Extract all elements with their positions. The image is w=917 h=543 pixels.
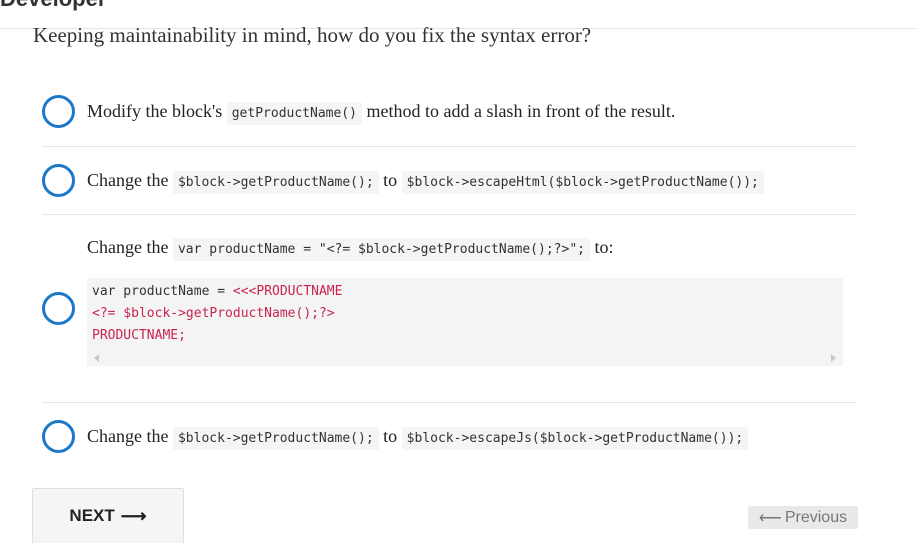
- inline-code: $block->getProductName();: [172, 171, 379, 194]
- radio-button-option-2[interactable]: [42, 164, 75, 197]
- option-2-text: Change the $block->getProductName(); to …: [87, 167, 764, 196]
- next-button-label: NEXT: [69, 506, 115, 525]
- inline-code: getProductName(): [226, 102, 362, 125]
- code-block: var productName = <<<PRODUCTNAME <?= $bl…: [87, 278, 843, 366]
- previous-button[interactable]: ⟵ Previous: [748, 506, 858, 529]
- option-divider: [42, 402, 857, 403]
- inline-code: $block->getProductName();: [172, 427, 379, 450]
- radio-button-option-4[interactable]: [42, 420, 75, 453]
- scroll-left-arrow-icon[interactable]: [94, 354, 99, 362]
- inline-code: var productName = "<?= $block->getProduc…: [172, 238, 590, 261]
- code-line-1: var productName = <<<PRODUCTNAME: [92, 284, 343, 299]
- option-divider: [42, 146, 857, 147]
- radio-button-option-1[interactable]: [42, 95, 75, 128]
- arrow-left-icon: ⟵: [758, 509, 782, 527]
- option-4-text: Change the $block->getProductName(); to …: [87, 423, 749, 452]
- inline-code: $block->escapeJs($block->getProductName(…: [401, 427, 749, 450]
- code-line-3: PRODUCTNAME;: [92, 328, 186, 343]
- horizontal-scrollbar[interactable]: [87, 350, 843, 366]
- previous-button-label: Previous: [784, 508, 848, 526]
- section-title: Developer: [0, 0, 106, 12]
- arrow-right-icon: ⟶: [120, 505, 147, 526]
- radio-button-option-3[interactable]: [42, 292, 75, 325]
- scroll-right-arrow-icon[interactable]: [831, 354, 836, 362]
- option-divider: [42, 214, 857, 215]
- option-3-text: Change the var productName = "<?= $block…: [87, 234, 614, 263]
- inline-code: $block->escapeHtml($block->getProductNam…: [401, 171, 764, 194]
- option-1-text: Modify the block's getProductName() meth…: [87, 98, 675, 127]
- next-button[interactable]: NEXT ⟶: [32, 488, 184, 543]
- question-text: Keeping maintainability in mind, how do …: [33, 23, 592, 47]
- answer-option-3[interactable]: Change the var productName = "<?= $block…: [42, 230, 857, 390]
- code-line-2: <?= $block->getProductName();?>: [92, 306, 335, 321]
